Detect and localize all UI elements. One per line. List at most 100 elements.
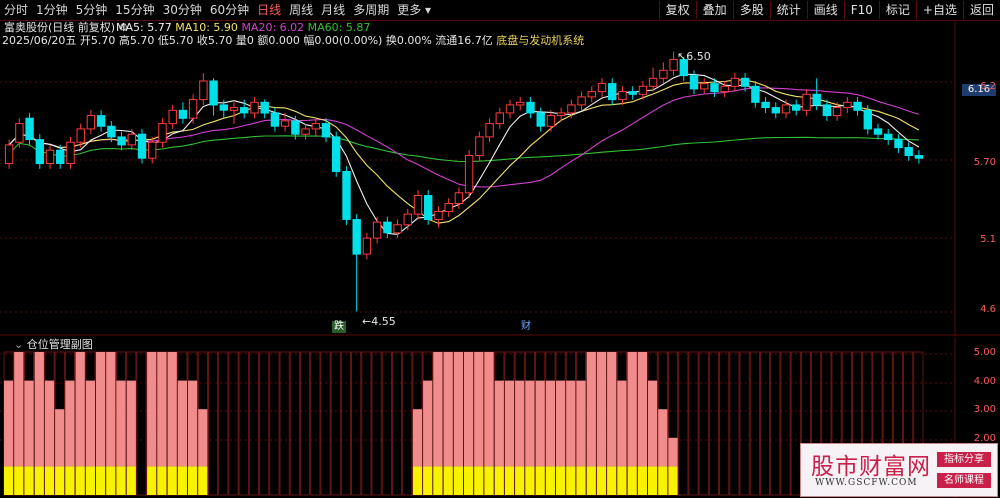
period-tab-3[interactable]: 15分钟 [111, 0, 158, 20]
candle-body-38 [393, 224, 402, 234]
position-block-39 [617, 380, 627, 467]
sub-axis-label-2: 4.00 [973, 376, 996, 387]
position-base-24 [464, 466, 474, 495]
position-column-29 [299, 351, 310, 496]
position-block-7 [75, 352, 85, 467]
period-tab-8[interactable]: 月线 [317, 0, 349, 20]
position-block-3 [34, 352, 44, 467]
position-column-20 [207, 351, 218, 496]
toolbar-actions: 复权 叠加 多股 统计 画线 F10 标记 +自选 返回 [658, 0, 1000, 20]
toolbar-button-4[interactable]: 画线 [806, 1, 844, 19]
position-block-16 [177, 380, 187, 467]
candle-body-51 [526, 101, 535, 114]
position-base-35 [576, 466, 586, 495]
position-base-38 [607, 466, 617, 495]
position-base-7 [75, 466, 85, 495]
toolbar-button-6[interactable]: 标记 [878, 1, 916, 19]
position-block-8 [85, 380, 95, 467]
position-base-39 [617, 466, 627, 495]
watermark-logo: 股市财富网 [811, 454, 931, 480]
candle-body-31 [321, 123, 331, 138]
candle-body-30 [311, 123, 321, 130]
candle-body-84 [863, 109, 872, 130]
period-tab-9[interactable]: 多周期 [349, 0, 393, 20]
candle-body-21 [219, 104, 229, 111]
candle-body-46 [475, 136, 484, 157]
candle-body-12 [127, 133, 137, 146]
position-base-32 [545, 466, 555, 495]
candle-body-37 [383, 221, 392, 234]
position-column-71 [729, 351, 740, 496]
candle-body-49 [505, 104, 515, 114]
position-block-19 [412, 409, 423, 467]
candle-body-60 [618, 91, 627, 101]
candle-body-78 [802, 93, 811, 111]
candle-body-55 [567, 104, 576, 114]
candle-body-53 [546, 115, 556, 127]
position-column-68 [698, 351, 709, 496]
period-tab-6[interactable]: 日线 [253, 0, 285, 20]
position-block-24 [464, 352, 474, 467]
low-label: ←4.55 [362, 315, 396, 328]
candle-body-33 [342, 171, 351, 220]
period-tab-4[interactable]: 30分钟 [159, 0, 206, 20]
period-tab-1[interactable]: 1分钟 [32, 0, 72, 20]
position-column-76 [780, 351, 791, 496]
position-column-22 [228, 351, 239, 496]
kline-chart[interactable] [0, 20, 1000, 336]
position-base-5 [55, 466, 65, 495]
position-column-75 [770, 351, 781, 496]
marker-down[interactable]: 跌 [332, 321, 346, 333]
price-label-1: 6.2 [980, 81, 996, 92]
position-block-43 [658, 409, 668, 467]
candle-body-86 [884, 133, 893, 140]
candle-body-27 [280, 120, 290, 127]
position-block-12 [126, 380, 136, 467]
period-tab-0[interactable]: 分时 [0, 0, 32, 20]
candle-body-58 [597, 83, 607, 93]
period-tab-10[interactable]: 更多 ▾ [393, 0, 435, 20]
position-column-70 [719, 351, 730, 496]
marker-finance[interactable]: 财 [519, 321, 533, 333]
toolbar-button-1[interactable]: 叠加 [695, 1, 733, 19]
position-base-27 [494, 466, 504, 495]
position-base-9 [96, 466, 106, 495]
candle-body-72 [740, 77, 750, 87]
position-base-31 [535, 466, 545, 495]
position-block-10 [106, 352, 116, 467]
period-tab-5[interactable]: 60分钟 [206, 0, 253, 20]
period-tabs: 分时 1分钟 5分钟 15分钟 30分钟 60分钟 日线 周线 月线 多周期 更多 ▾ [0, 0, 435, 20]
candle-body-81 [832, 107, 842, 117]
toolbar-button-8[interactable]: 返回 [962, 1, 1000, 19]
candle-body-48 [495, 112, 505, 125]
period-toolbar: 分时 1分钟 5分钟 15分钟 30分钟 60分钟 日线 周线 月线 多周期 更多 ▾ 复权 叠加 多股… [0, 0, 1000, 21]
toolbar-button-0[interactable]: 复权 [658, 1, 696, 19]
toolbar-button-5[interactable]: F10 [843, 1, 879, 19]
position-base-13 [147, 466, 157, 495]
position-base-25 [474, 466, 484, 495]
position-column-35 [361, 351, 372, 496]
period-tab-7[interactable]: 周线 [285, 0, 317, 20]
candle-body-88 [904, 147, 913, 156]
toolbar-button-7[interactable]: +自选 [915, 1, 963, 19]
position-block-27 [494, 380, 504, 467]
toolbar-button-2[interactable]: 多股 [732, 1, 770, 19]
candle-body-39 [403, 213, 413, 226]
position-block-38 [607, 352, 617, 467]
position-column-25 [259, 351, 270, 496]
period-tab-2[interactable]: 5分钟 [72, 0, 112, 20]
position-block-4 [44, 380, 55, 467]
position-block-42 [648, 380, 658, 467]
price-label-3: 5.1 [980, 234, 996, 245]
position-block-1 [14, 352, 24, 467]
toolbar-button-3[interactable]: 统计 [769, 1, 807, 19]
candle-body-61 [628, 91, 637, 95]
candle-body-11 [117, 136, 126, 146]
position-column-31 [320, 351, 331, 496]
candle-body-89 [914, 155, 924, 159]
candle-body-69 [710, 83, 719, 93]
position-base-30 [525, 466, 535, 495]
position-column-26 [269, 351, 280, 496]
candle-body-82 [843, 101, 852, 109]
candle-body-9 [96, 115, 106, 127]
